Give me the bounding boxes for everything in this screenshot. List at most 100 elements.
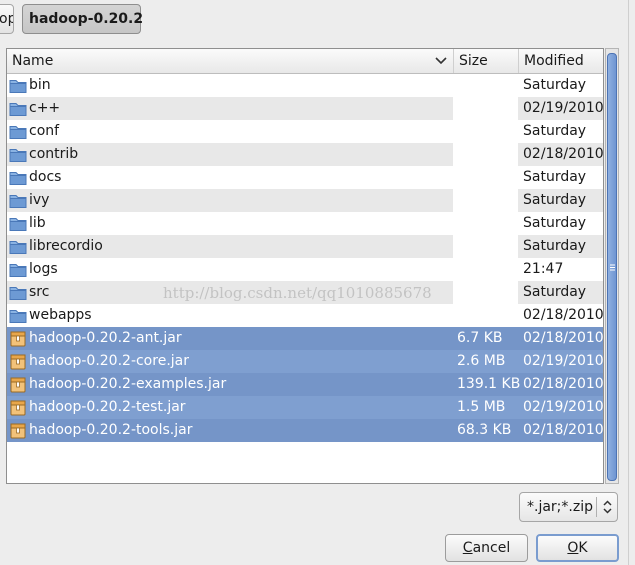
- file-row[interactable]: lib Saturday: [7, 212, 603, 235]
- file-modified: 02/19/2010: [523, 399, 604, 415]
- sort-descending-icon: [435, 57, 447, 65]
- column-header-name-label: Name: [12, 53, 54, 69]
- size-cell-bg: [453, 189, 518, 212]
- file-modified: 21:47: [523, 261, 564, 277]
- window-edge: [628, 0, 629, 565]
- grip-icon: [610, 264, 615, 271]
- column-header-size-label: Size: [459, 53, 488, 69]
- size-cell-bg: [453, 212, 518, 235]
- file-row[interactable]: logs 21:47: [7, 258, 603, 281]
- file-row[interactable]: hadoop-0.20.2-core.jar 2.6 MB 02/19/2010: [7, 350, 603, 373]
- scrollbar-thumb[interactable]: [607, 53, 617, 481]
- size-cell-bg: [453, 304, 518, 327]
- ok-button[interactable]: OK: [536, 534, 619, 562]
- column-header-modified-label: Modified: [524, 53, 584, 69]
- file-modified: 02/18/2010: [523, 376, 604, 392]
- cancel-button[interactable]: Cancel: [445, 534, 528, 562]
- file-modified: 02/18/2010: [523, 307, 604, 323]
- file-name: hadoop-0.20.2-tools.jar: [29, 422, 193, 438]
- archive-file-icon: [9, 399, 27, 416]
- file-modified: Saturday: [523, 284, 587, 300]
- file-modified: 02/19/2010: [523, 100, 604, 116]
- file-row[interactable]: hadoop-0.20.2-test.jar 1.5 MB 02/19/2010: [7, 396, 603, 419]
- size-cell-bg: [453, 281, 518, 304]
- file-name: logs: [29, 261, 58, 277]
- ok-label: K: [578, 540, 588, 556]
- file-row[interactable]: webapps 02/18/2010: [7, 304, 603, 327]
- file-name: src: [29, 284, 50, 300]
- breadcrumb-parent-label: op: [0, 11, 13, 27]
- archive-file-icon: [9, 353, 27, 370]
- file-size: 139.1 KB: [457, 376, 521, 392]
- cancel-label: ancel: [472, 540, 511, 556]
- breadcrumb-parent-button[interactable]: op: [0, 4, 14, 34]
- file-row[interactable]: hadoop-0.20.2-ant.jar 6.7 KB 02/18/2010: [7, 327, 603, 350]
- file-name: webapps: [29, 307, 92, 323]
- column-header-size[interactable]: Size: [453, 49, 518, 73]
- file-size: 68.3 KB: [457, 422, 512, 438]
- file-row[interactable]: librecordio Saturday: [7, 235, 603, 258]
- file-row[interactable]: ivy Saturday: [7, 189, 603, 212]
- up-down-arrows-icon: [603, 500, 612, 514]
- file-row[interactable]: c++ 02/19/2010: [7, 97, 603, 120]
- file-name: hadoop-0.20.2-ant.jar: [29, 330, 182, 346]
- ok-mnemonic: O: [567, 540, 579, 556]
- file-rows: bin Saturday c++ 02/19/2010 conf Saturday cont…: [7, 74, 603, 442]
- size-cell-bg: [453, 235, 518, 258]
- size-cell-bg: [453, 74, 518, 97]
- file-name: docs: [29, 169, 62, 185]
- file-list[interactable]: Name Size Modified bin Saturday c++ 02/19/2…: [6, 48, 604, 484]
- file-row[interactable]: src Saturday: [7, 281, 603, 304]
- file-type-filter-value: *.jar;*.zip: [527, 499, 593, 515]
- file-modified: Saturday: [523, 123, 587, 139]
- filter-separator: [596, 497, 597, 517]
- archive-file-icon: [9, 376, 27, 393]
- file-name: hadoop-0.20.2-test.jar: [29, 399, 186, 415]
- file-row[interactable]: docs Saturday: [7, 166, 603, 189]
- breadcrumb-current-button[interactable]: hadoop-0.20.2: [22, 4, 143, 34]
- file-modified: Saturday: [523, 169, 587, 185]
- size-cell-bg: [453, 166, 518, 189]
- file-name: librecordio: [29, 238, 103, 254]
- file-row[interactable]: hadoop-0.20.2-examples.jar 139.1 KB 02/18/…: [7, 373, 603, 396]
- folder-icon: [9, 192, 27, 209]
- file-modified: Saturday: [523, 192, 587, 208]
- file-row[interactable]: hadoop-0.20.2-tools.jar 68.3 KB 02/18/2010: [7, 419, 603, 442]
- file-name: conf: [29, 123, 60, 139]
- size-cell-bg: [453, 258, 518, 281]
- file-modified: 02/18/2010: [523, 422, 604, 438]
- column-header-name[interactable]: Name: [7, 49, 453, 73]
- folder-icon: [9, 123, 27, 140]
- size-cell-bg: [453, 97, 518, 120]
- file-row[interactable]: bin Saturday: [7, 74, 603, 97]
- file-name: ivy: [29, 192, 50, 208]
- file-name: hadoop-0.20.2-core.jar: [29, 353, 189, 369]
- file-size: 6.7 KB: [457, 330, 503, 346]
- archive-file-icon: [9, 422, 27, 439]
- file-modified: 02/18/2010: [523, 146, 604, 162]
- file-name: bin: [29, 77, 51, 93]
- file-name: contrib: [29, 146, 79, 162]
- vertical-scrollbar[interactable]: [605, 48, 619, 484]
- folder-icon: [9, 169, 27, 186]
- folder-icon: [9, 284, 27, 301]
- folder-icon: [9, 307, 27, 324]
- folder-icon: [9, 261, 27, 278]
- file-name: lib: [29, 215, 46, 231]
- file-type-filter[interactable]: *.jar;*.zip: [519, 492, 618, 522]
- file-name: c++: [29, 100, 61, 116]
- file-modified: 02/18/2010: [523, 330, 604, 346]
- size-cell-bg: [453, 143, 518, 166]
- folder-icon: [9, 146, 27, 163]
- file-name: hadoop-0.20.2-examples.jar: [29, 376, 227, 392]
- file-modified: 02/19/2010: [523, 353, 604, 369]
- folder-icon: [9, 215, 27, 232]
- column-header-modified[interactable]: Modified: [518, 49, 603, 73]
- archive-file-icon: [9, 330, 27, 347]
- folder-icon: [9, 238, 27, 255]
- file-size: 1.5 MB: [457, 399, 506, 415]
- file-row[interactable]: contrib 02/18/2010: [7, 143, 603, 166]
- file-modified: Saturday: [523, 77, 587, 93]
- file-row[interactable]: conf Saturday: [7, 120, 603, 143]
- file-list-header: Name Size Modified: [7, 49, 603, 74]
